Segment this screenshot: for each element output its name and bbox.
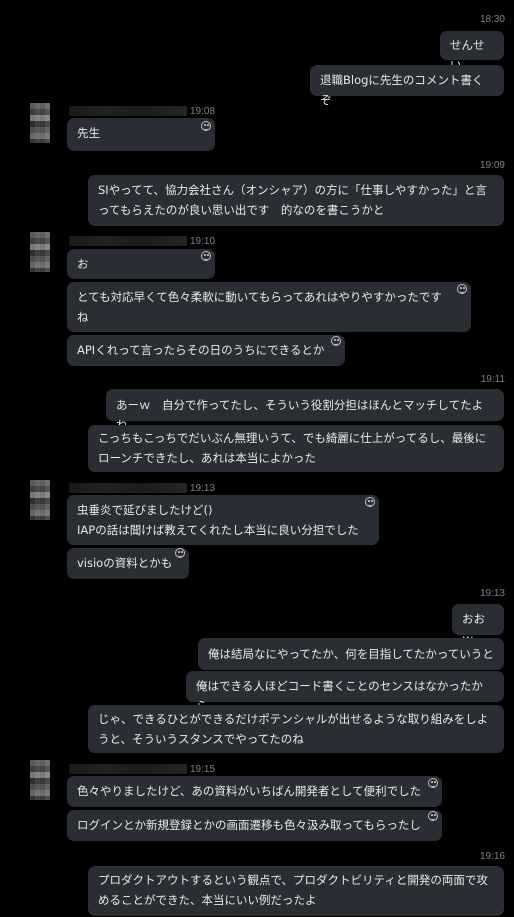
message-bubble-outgoing[interactable]: 退職Blogに先生のコメント書くぞ bbox=[310, 65, 504, 107]
message-bubble-outgoing[interactable]: SIやってて、協力会社さん（オンシャア）の方に「仕事しやすかった」と言 ってもら… bbox=[88, 175, 504, 226]
timestamp: 19:15 bbox=[190, 764, 216, 775]
message-bubble-incoming[interactable]: 色々やりましたけど、あの資料がいちばん開発者として便利でした bbox=[67, 776, 442, 807]
message-bubble-outgoing[interactable]: こっちもこっちでだいぶん無理いうて、でも綺麗に仕上がってるし、最後に ローンチで… bbox=[88, 425, 504, 472]
avatar[interactable] bbox=[30, 232, 50, 272]
timestamp: 19:11 bbox=[480, 374, 505, 385]
message-bubble-incoming[interactable]: 虫垂炎で延びましたけど() IAPの話は聞けば教えてくれたし本当に良い分担でした bbox=[67, 495, 379, 545]
message-bubble-outgoing[interactable]: あーｗ 自分で作ってたし、そういう役割分担はほんとマッチしてたよね bbox=[106, 389, 504, 432]
timestamp: 19:13 bbox=[479, 588, 505, 599]
timestamp: 19:13 bbox=[190, 483, 216, 494]
timestamp: 19:10 bbox=[190, 236, 216, 247]
reaction-smiley-icon[interactable] bbox=[201, 121, 211, 131]
message-bubble-incoming[interactable]: 先生 bbox=[67, 118, 215, 151]
message-bubble-outgoing[interactable]: せんせい bbox=[440, 31, 504, 72]
timestamp: 19:09 bbox=[479, 160, 505, 171]
reaction-smiley-icon[interactable] bbox=[331, 336, 341, 346]
sender-name-redacted bbox=[69, 236, 187, 246]
message-bubble-incoming[interactable]: APIくれって言ったらその日のうちにできるとか bbox=[67, 335, 345, 366]
sender-name-redacted bbox=[69, 764, 187, 774]
message-bubble-outgoing[interactable]: プロダクトアウトするという観点で、プロダクトビリティと開発の両面で攻 めることが… bbox=[88, 866, 504, 916]
reaction-smiley-icon[interactable] bbox=[428, 778, 438, 788]
sender-name-redacted bbox=[69, 106, 187, 116]
sender-name-redacted bbox=[69, 483, 187, 493]
avatar[interactable] bbox=[30, 103, 50, 143]
reaction-smiley-icon[interactable] bbox=[175, 548, 185, 558]
reaction-smiley-icon[interactable] bbox=[201, 251, 211, 261]
reaction-smiley-icon[interactable] bbox=[365, 497, 375, 507]
message-bubble-incoming[interactable]: ログインとか新規登録とかの画面遷移も色々汲み取ってもらったし bbox=[67, 810, 442, 841]
avatar[interactable] bbox=[30, 760, 50, 800]
message-bubble-incoming[interactable]: visioの資料とかも bbox=[67, 548, 189, 579]
reaction-smiley-icon[interactable] bbox=[428, 811, 438, 821]
message-bubble-outgoing[interactable]: じゃ、できるひとができるだけポテンシャルが出せるような取り組みをしよ うと、そう… bbox=[88, 705, 504, 753]
message-bubble-incoming[interactable]: とても対応早くて色々柔軟に動いてもらってあれはやりやすかったです ね bbox=[67, 282, 471, 332]
avatar[interactable] bbox=[30, 480, 50, 520]
timestamp: 19:08 bbox=[190, 106, 216, 117]
timestamp: 19:16 bbox=[479, 851, 505, 862]
message-bubble-incoming[interactable]: お bbox=[67, 249, 215, 279]
timestamp: 18:30 bbox=[479, 14, 505, 25]
message-bubble-outgoing[interactable]: 俺はできる人ほどコード書くことのセンスはなかったから bbox=[186, 671, 504, 713]
message-bubble-outgoing[interactable]: おおｗ bbox=[452, 604, 504, 646]
reaction-smiley-icon[interactable] bbox=[457, 284, 467, 294]
message-bubble-outgoing[interactable]: 俺は結局なにやってたか、何を目指してたかっていうと bbox=[198, 638, 504, 670]
